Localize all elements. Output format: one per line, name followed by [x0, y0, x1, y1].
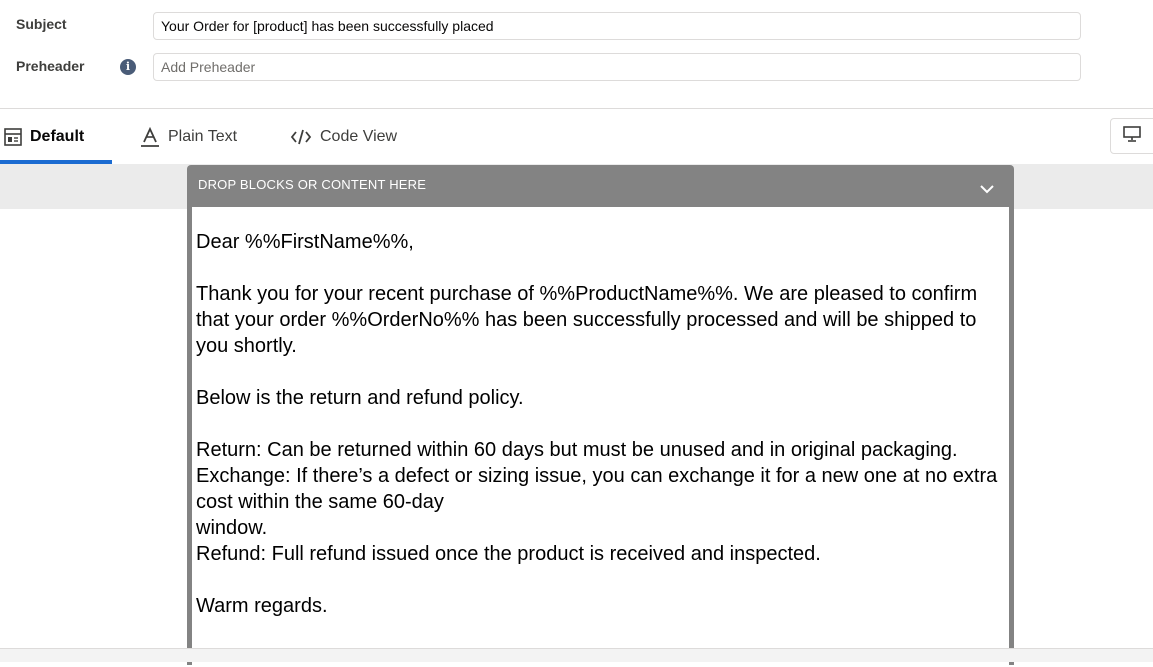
email-content-block[interactable]: Dear %%FirstName%%, Thank you for your r…	[192, 207, 1009, 667]
subject-input[interactable]	[153, 12, 1081, 40]
drop-zone-header: DROP BLOCKS OR CONTENT HERE	[198, 177, 427, 192]
tab-code-view[interactable]: Code View	[290, 110, 397, 164]
tab-plain-text[interactable]: Plain Text	[140, 110, 237, 164]
header-divider	[0, 108, 1153, 109]
email-refund-line: Refund: Full refund issued once the prod…	[196, 543, 821, 565]
tab-code-view-label: Code View	[320, 128, 398, 145]
email-exchange-cont: window.	[196, 517, 268, 539]
subject-label: Subject	[16, 16, 67, 32]
tab-plain-text-label: Plain Text	[168, 128, 238, 145]
email-return-line: Return: Can be returned within 60 days b…	[196, 439, 958, 461]
preheader-label: Preheader	[16, 58, 85, 74]
desktop-icon	[1123, 125, 1141, 148]
email-intro: Thank you for your recent purchase of %%…	[196, 283, 978, 357]
tab-default-label: Default	[30, 128, 85, 145]
info-icon[interactable]: i	[120, 59, 136, 75]
text-a-icon	[140, 127, 160, 147]
drop-zone[interactable]: DROP BLOCKS OR CONTENT HERE Dear %%First…	[187, 165, 1014, 667]
tab-default[interactable]: Default	[4, 110, 84, 164]
bottom-bar	[0, 648, 1153, 662]
email-greeting: Dear %%FirstName%%,	[196, 231, 414, 253]
code-icon	[290, 129, 312, 145]
email-exchange-line: Exchange: If there’s a defect or sizing …	[196, 465, 998, 513]
email-policy-intro: Below is the return and refund policy.	[196, 387, 524, 409]
email-closing: Warm regards.	[196, 595, 328, 617]
editor-tabs: Default Plain Text Code View	[0, 110, 1153, 164]
layout-icon	[4, 128, 22, 146]
chevron-down-icon[interactable]	[979, 181, 995, 199]
device-toggle-button[interactable]	[1110, 118, 1153, 154]
preheader-input[interactable]	[153, 53, 1081, 81]
